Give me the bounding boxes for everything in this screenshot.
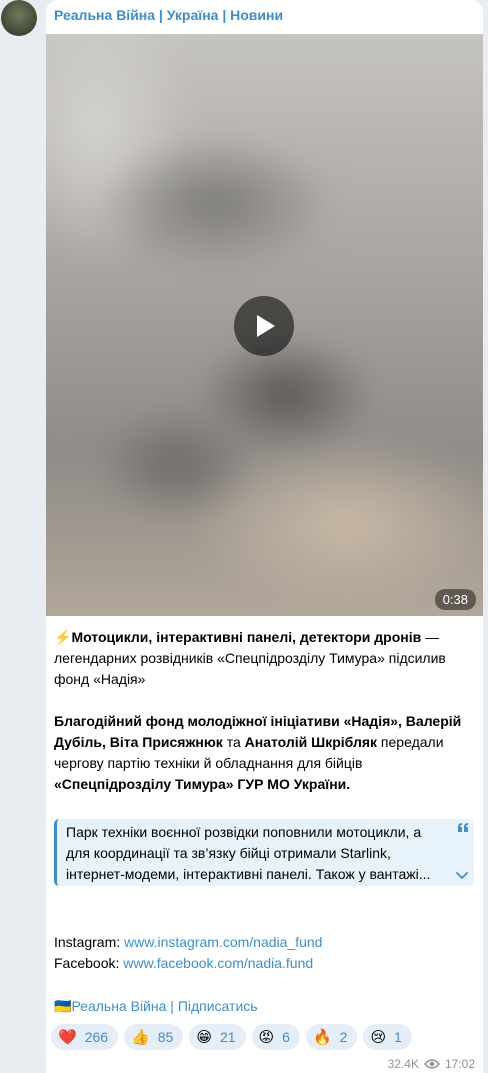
quote-line: для координації та зв’язку бійці отримал… bbox=[66, 845, 391, 861]
quote-icon bbox=[458, 823, 468, 832]
chevron-down-icon[interactable] bbox=[456, 872, 468, 880]
eye-icon bbox=[424, 1059, 440, 1069]
flag-emoji: 🇺🇦 bbox=[54, 998, 72, 1014]
facebook-link[interactable]: www.facebook.com/nadia.fund bbox=[123, 955, 313, 971]
heart-emoji: ❤️ bbox=[58, 1027, 77, 1046]
reaction-count: 1 bbox=[394, 1029, 402, 1045]
reaction-count: 266 bbox=[84, 1029, 109, 1045]
thumbs-up-emoji: 👍 bbox=[131, 1027, 150, 1046]
subscribe-link[interactable]: Підписатись bbox=[178, 998, 258, 1014]
post-headline: Мотоцикли, інтерактивні панелі, детектор… bbox=[71, 629, 422, 645]
reaction-count: 2 bbox=[339, 1029, 348, 1045]
fire-emoji: 🔥 bbox=[312, 1027, 332, 1046]
video-duration: 0:38 bbox=[434, 589, 476, 610]
blockquote[interactable]: Парк техніки воєнної розвідки поповнили … bbox=[54, 819, 474, 886]
post-paragraph-2: Благодійний фонд молодіжної ініціативи «… bbox=[54, 713, 462, 792]
message-bubble: Реальна Війна | Україна | Новини 0:38 ⚡М… bbox=[46, 0, 483, 1073]
subscribe-line: 🇺🇦Реальна Війна | Підписатись bbox=[54, 998, 258, 1014]
reaction-heart[interactable]: ❤️ 266 bbox=[51, 1024, 119, 1050]
reaction-count: 6 bbox=[282, 1029, 290, 1045]
quote-line: Парк техніки воєнної розвідки поповнили … bbox=[66, 824, 422, 840]
quote-line: інтернет-модеми, інтерактивні панелі. Та… bbox=[66, 866, 431, 882]
reaction-count: 21 bbox=[219, 1029, 236, 1045]
message-time: 17:02 bbox=[444, 1057, 475, 1071]
reaction-count: 85 bbox=[157, 1029, 174, 1045]
play-button[interactable] bbox=[234, 296, 294, 356]
grin-emoji: 😁 bbox=[196, 1027, 212, 1046]
reaction-fire[interactable]: 🔥 2 bbox=[305, 1024, 358, 1050]
channel-avatar[interactable] bbox=[1, 0, 37, 36]
views-count: 32.4K bbox=[387, 1057, 419, 1071]
angry-emoji: 😡 bbox=[258, 1027, 275, 1046]
message-meta: 32.4K 17:02 bbox=[388, 1057, 475, 1071]
video-player[interactable]: 0:38 bbox=[46, 34, 483, 616]
channel-link[interactable]: Реальна Війна bbox=[71, 998, 166, 1014]
reaction-angry[interactable]: 😡 6 bbox=[251, 1024, 300, 1050]
play-icon bbox=[257, 315, 275, 337]
reaction-grin[interactable]: 😁 21 bbox=[189, 1024, 246, 1050]
post-paragraph-1: ⚡Мотоцикли, інтерактивні панелі, детекто… bbox=[54, 629, 446, 687]
reaction-cry[interactable]: 😢 1 bbox=[363, 1024, 412, 1050]
reaction-thumbs-up[interactable]: 👍 85 bbox=[124, 1024, 184, 1050]
cry-emoji: 😢 bbox=[370, 1027, 387, 1046]
channel-name[interactable]: Реальна Війна | Україна | Новини bbox=[54, 7, 283, 23]
post-links: Instagram: www.instagram.com/nadia_fund … bbox=[54, 934, 323, 971]
lightning-emoji: ⚡ bbox=[54, 629, 72, 645]
instagram-link[interactable]: www.instagram.com/nadia_fund bbox=[124, 934, 322, 950]
reactions-bar: ❤️ 266 👍 85 😁 21 😡 6 🔥 2 😢 1 bbox=[51, 1024, 412, 1050]
